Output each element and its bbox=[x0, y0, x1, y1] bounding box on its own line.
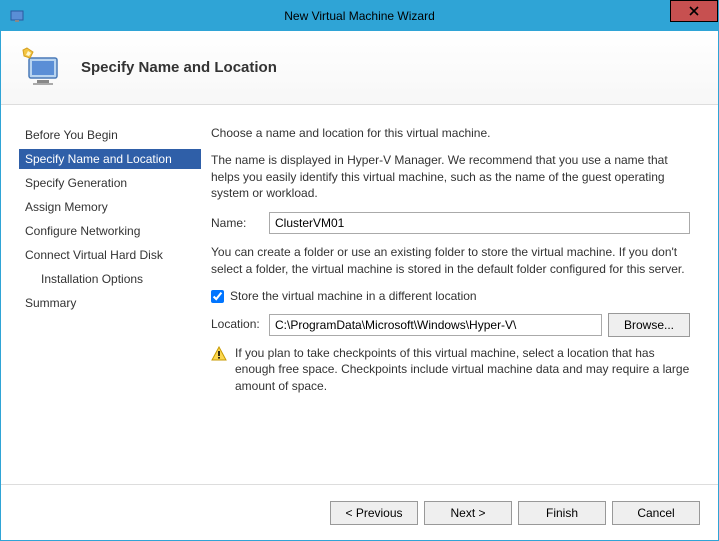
wizard-footer: < Previous Next > Finish Cancel bbox=[1, 484, 718, 540]
store-different-row: Store the virtual machine in a different… bbox=[211, 288, 690, 305]
location-input[interactable] bbox=[269, 314, 602, 336]
next-button[interactable]: Next > bbox=[424, 501, 512, 525]
page-title: Specify Name and Location bbox=[81, 59, 277, 76]
cancel-button[interactable]: Cancel bbox=[612, 501, 700, 525]
vm-icon bbox=[19, 44, 67, 92]
sidebar-item-before-you-begin[interactable]: Before You Begin bbox=[19, 125, 201, 145]
sidebar-item-configure-networking[interactable]: Configure Networking bbox=[19, 221, 201, 241]
name-input[interactable] bbox=[269, 212, 690, 234]
warning-icon bbox=[211, 346, 227, 362]
store-different-label: Store the virtual machine in a different… bbox=[230, 288, 477, 305]
titlebar: New Virtual Machine Wizard bbox=[1, 1, 718, 31]
close-button[interactable] bbox=[670, 0, 718, 22]
wizard-window: New Virtual Machine Wizard Specify Name … bbox=[0, 0, 719, 541]
finish-button[interactable]: Finish bbox=[518, 501, 606, 525]
folder-description: You can create a folder or use an existi… bbox=[211, 244, 690, 278]
description-text: The name is displayed in Hyper-V Manager… bbox=[211, 152, 690, 202]
store-different-checkbox[interactable] bbox=[211, 290, 224, 303]
warning-row: If you plan to take checkpoints of this … bbox=[211, 345, 690, 395]
wizard-content: Choose a name and location for this virt… bbox=[201, 105, 718, 484]
sidebar-item-connect-vhd[interactable]: Connect Virtual Hard Disk bbox=[19, 245, 201, 265]
name-row: Name: bbox=[211, 212, 690, 234]
window-title: New Virtual Machine Wizard bbox=[1, 9, 718, 23]
sidebar-item-assign-memory[interactable]: Assign Memory bbox=[19, 197, 201, 217]
wizard-body: Before You Begin Specify Name and Locati… bbox=[1, 105, 718, 484]
location-label: Location: bbox=[211, 316, 269, 333]
sidebar-item-specify-generation[interactable]: Specify Generation bbox=[19, 173, 201, 193]
sidebar-item-installation-options[interactable]: Installation Options bbox=[19, 269, 201, 289]
name-label: Name: bbox=[211, 215, 269, 232]
sidebar-item-specify-name[interactable]: Specify Name and Location bbox=[19, 149, 201, 169]
close-icon bbox=[689, 6, 699, 16]
previous-button[interactable]: < Previous bbox=[330, 501, 418, 525]
wizard-sidebar: Before You Begin Specify Name and Locati… bbox=[1, 105, 201, 484]
wizard-header: Specify Name and Location bbox=[1, 31, 718, 105]
location-row: Location: Browse... bbox=[211, 313, 690, 337]
warning-text: If you plan to take checkpoints of this … bbox=[235, 345, 690, 395]
intro-text: Choose a name and location for this virt… bbox=[211, 125, 690, 142]
sidebar-item-summary[interactable]: Summary bbox=[19, 293, 201, 313]
browse-button[interactable]: Browse... bbox=[608, 313, 690, 337]
